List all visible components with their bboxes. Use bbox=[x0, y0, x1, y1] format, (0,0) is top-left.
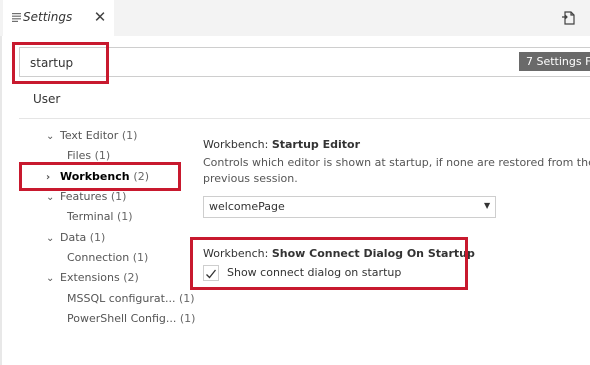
setting-title-startup-editor: Workbench: Startup Editor bbox=[203, 138, 360, 151]
setting-description-startup-editor: Controls which editor is shown at startu… bbox=[203, 156, 590, 185]
left-edge-divider bbox=[0, 36, 2, 365]
highlight-box-connect-dialog bbox=[190, 237, 468, 290]
list-icon bbox=[12, 13, 21, 22]
toc-item-count: (1) bbox=[178, 292, 195, 305]
scope-tabs-divider bbox=[19, 118, 590, 119]
close-icon[interactable]: ✕ bbox=[91, 6, 109, 28]
toc-item-label: Features bbox=[60, 190, 108, 203]
dropdown-arrow-icon: ▼ bbox=[484, 201, 491, 210]
toc-item-mssql-configuration[interactable]: MSSQL configurat... (1) bbox=[67, 290, 195, 308]
toc-item-count: (1) bbox=[94, 149, 111, 162]
toc-item-count: (1) bbox=[117, 210, 133, 223]
toc-item-label: Text Editor bbox=[60, 129, 119, 142]
toc-item-label: PowerShell Config... bbox=[67, 312, 177, 325]
chevron-down-icon: ⌄ bbox=[46, 273, 55, 284]
toc-item-connection[interactable]: Connection (1) bbox=[67, 249, 148, 267]
setting-name: Startup Editor bbox=[271, 138, 361, 151]
toc-item-label: Files bbox=[67, 149, 92, 162]
open-settings-json-icon[interactable] bbox=[561, 9, 579, 27]
toc-item-data[interactable]: ⌄ Data (1) bbox=[46, 229, 105, 247]
toc-item-label: Extensions bbox=[60, 271, 120, 284]
highlight-box-search bbox=[12, 42, 109, 84]
toc-item-label: Connection bbox=[67, 251, 130, 264]
settings-tab[interactable]: Settings ✕ bbox=[3, 0, 114, 36]
results-count-badge: 7 Settings Fo bbox=[519, 52, 590, 71]
setting-category: Workbench: bbox=[203, 138, 272, 151]
toc-item-terminal[interactable]: Terminal (1) bbox=[67, 208, 133, 226]
toc-item-count: (1) bbox=[179, 312, 196, 325]
startup-editor-select[interactable]: welcomePage ▼ bbox=[203, 196, 496, 218]
toc-item-powershell-configuration[interactable]: PowerShell Config... (1) bbox=[67, 310, 195, 328]
toc-item-count: (1) bbox=[89, 231, 106, 244]
toc-item-label: MSSQL configurat... bbox=[67, 292, 176, 305]
highlight-box-workbench bbox=[19, 162, 181, 191]
toc-item-extensions[interactable]: ⌄ Extensions (2) bbox=[46, 269, 139, 287]
toc-item-count: (1) bbox=[132, 251, 149, 264]
chevron-down-icon: ⌄ bbox=[46, 233, 55, 244]
toc-item-count: (1) bbox=[110, 190, 127, 203]
toc-item-label: Terminal bbox=[67, 210, 114, 223]
chevron-down-icon: ⌄ bbox=[46, 131, 55, 142]
chevron-down-icon: ⌄ bbox=[46, 192, 55, 203]
startup-editor-select-value: welcomePage bbox=[209, 200, 285, 213]
toc-item-label: Data bbox=[60, 231, 87, 244]
tab-user-settings[interactable]: User bbox=[33, 92, 60, 106]
toc-item-text-editor[interactable]: ⌄ Text Editor (1) bbox=[46, 127, 137, 145]
toc-item-count: (1) bbox=[121, 129, 138, 142]
toc-item-count: (2) bbox=[123, 271, 139, 284]
settings-tab-title: Settings bbox=[23, 10, 73, 24]
editor-tab-bar: Settings ✕ bbox=[0, 0, 590, 36]
